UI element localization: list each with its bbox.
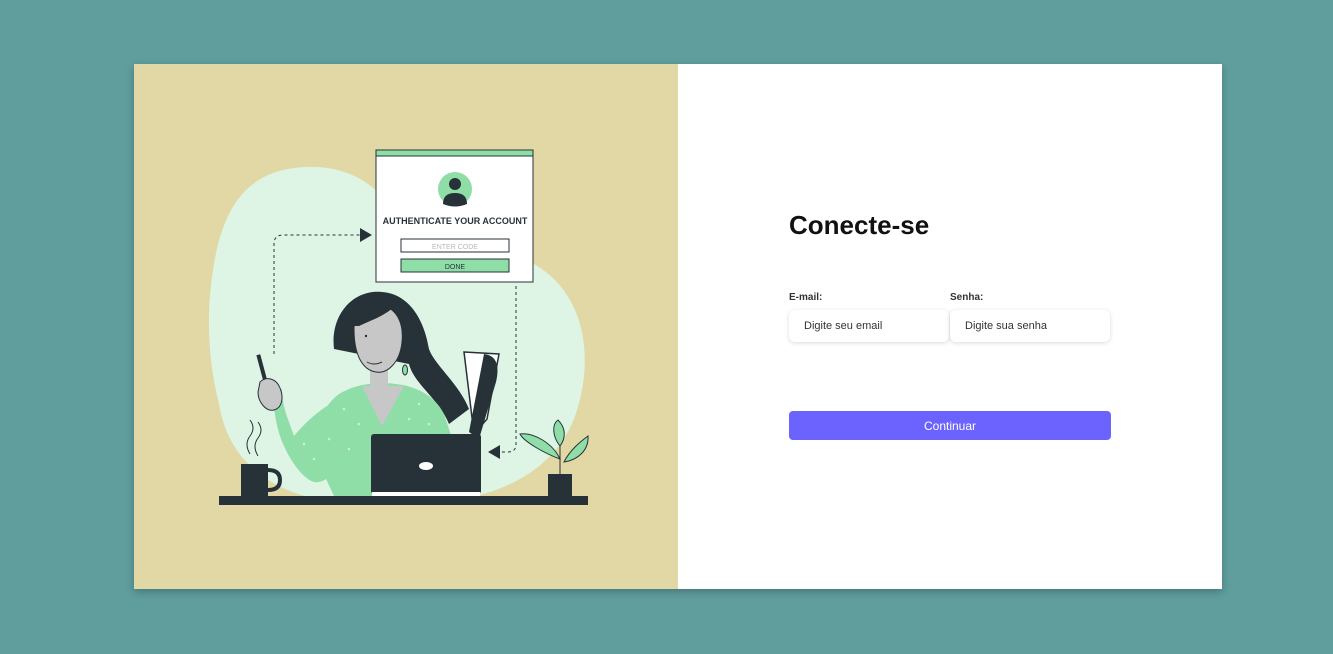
password-field-group: Senha: — [950, 292, 1110, 342]
continue-button[interactable]: Continuar — [789, 411, 1111, 440]
login-card: AUTHENTICATE YOUR ACCOUNT ENTER CODE DON… — [134, 64, 1222, 589]
page-title: Conecte-se — [789, 210, 930, 240]
mug — [241, 464, 268, 496]
password-label: Senha: — [950, 292, 984, 303]
plant-pot — [548, 474, 572, 496]
dialog-done-label: DONE — [445, 264, 466, 271]
dialog-code-placeholder: ENTER CODE — [432, 244, 478, 251]
earring — [402, 364, 408, 376]
auth-dialog: AUTHENTICATE YOUR ACCOUNT ENTER CODE DON… — [375, 149, 534, 283]
email-input[interactable] — [789, 310, 949, 342]
user-icon — [449, 178, 461, 190]
email-label: E-mail: — [789, 292, 823, 303]
desk — [219, 496, 588, 505]
authentication-illustration: AUTHENTICATE YOUR ACCOUNT ENTER CODE DON… — [209, 149, 589, 505]
login-panel: Conecte-se E-mail: Senha: Continuar — [678, 64, 1222, 589]
password-input[interactable] — [950, 310, 1110, 342]
illustration-panel: AUTHENTICATE YOUR ACCOUNT ENTER CODE DON… — [134, 64, 678, 589]
dialog-title: AUTHENTICATE YOUR ACCOUNT — [383, 216, 528, 226]
email-field-group: E-mail: — [789, 292, 949, 342]
